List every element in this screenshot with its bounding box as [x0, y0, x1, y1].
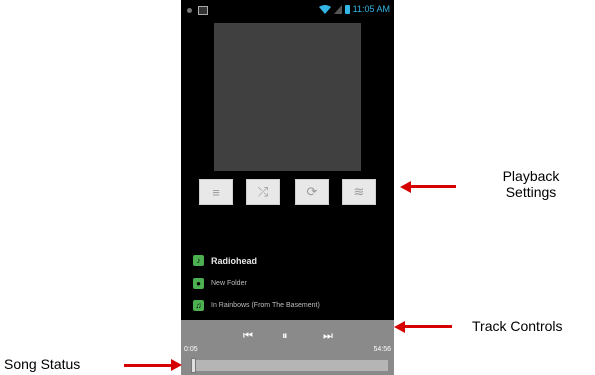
phone-screen: 11:05 AM ≡ ⤮ ⟳ ≋ ♪ Radiohead ● New Folde… — [181, 0, 394, 375]
song-status-arrowhead — [171, 359, 182, 371]
playback-settings-bar: ≡ ⤮ ⟳ ≋ — [199, 179, 376, 205]
previous-button[interactable]: ⏮ — [243, 330, 253, 343]
song-status-label: Song Status — [4, 356, 81, 372]
duration-time: 54:56 — [373, 346, 391, 353]
track-controls: ⏮ ⏸ ⏭ 0:05 54:56 — [181, 320, 394, 375]
music-note-icon: ♫ — [193, 300, 204, 311]
repeat-button[interactable]: ⟳ — [295, 179, 329, 205]
notification-dot-icon — [187, 8, 192, 13]
album-name: In Rainbows (From The Basement) — [211, 302, 320, 309]
equalizer-button[interactable]: ≋ — [342, 179, 376, 205]
seek-bar[interactable] — [191, 360, 388, 371]
signal-icon — [333, 4, 342, 14]
repeat-icon: ⟳ — [306, 184, 318, 199]
shuffle-icon: ⤮ — [257, 184, 269, 199]
playlist-icon: ≡ — [212, 184, 220, 200]
folder-name: New Folder — [211, 280, 247, 287]
folder-row: ● New Folder — [193, 278, 247, 289]
folder-icon: ● — [193, 278, 204, 289]
playlist-button[interactable]: ≡ — [199, 179, 233, 205]
track-controls-label: Track Controls — [472, 318, 563, 334]
battery-icon — [344, 4, 350, 14]
pause-button[interactable]: ⏸ — [282, 330, 288, 343]
status-bar: 11:05 AM — [181, 0, 394, 20]
track-controls-arrow — [404, 325, 452, 328]
song-status-arrow — [124, 364, 172, 367]
artist-name: Radiohead — [211, 255, 258, 266]
elapsed-time: 0:05 — [184, 346, 198, 353]
image-notification-icon — [198, 6, 208, 15]
microphone-icon: ♪ — [193, 255, 204, 266]
equalizer-icon: ≋ — [353, 184, 365, 199]
seek-thumb[interactable] — [191, 358, 197, 373]
wifi-icon — [318, 4, 331, 14]
album-art — [214, 23, 361, 171]
shuffle-button[interactable]: ⤮ — [246, 179, 280, 205]
playback-settings-arrow — [410, 185, 456, 188]
next-button[interactable]: ⏭ — [323, 330, 333, 343]
album-row: ♫ In Rainbows (From The Basement) — [193, 300, 320, 311]
status-time: 11:05 AM — [352, 4, 390, 14]
playback-settings-label: Playback Settings — [502, 168, 560, 200]
artist-row: ♪ Radiohead — [193, 255, 257, 266]
